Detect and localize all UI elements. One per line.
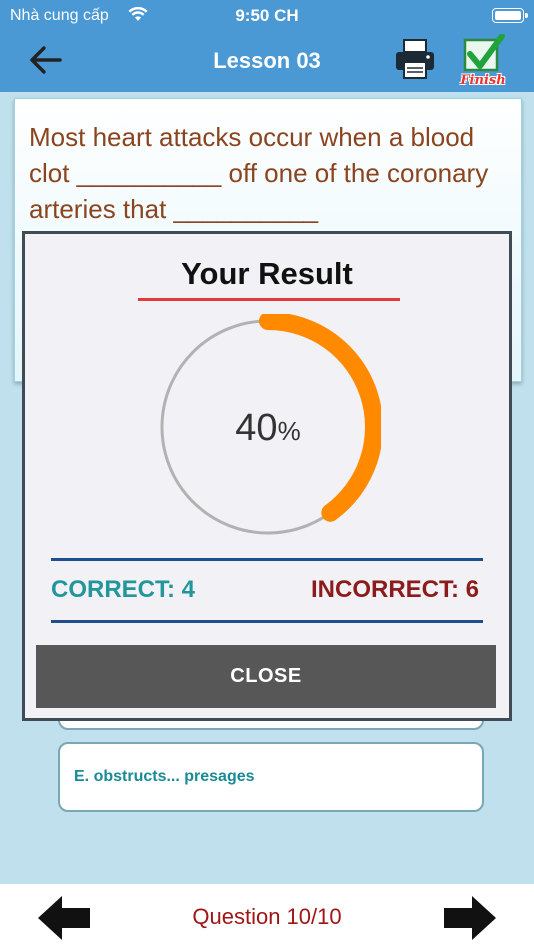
result-percent-value: 40 xyxy=(235,407,278,449)
incorrect-count: INCORRECT: 6 xyxy=(310,576,479,603)
page-title: Lesson 03 xyxy=(213,48,321,73)
result-title: Your Result xyxy=(181,256,353,291)
arrow-right-icon xyxy=(444,896,496,940)
status-time: 9:50 CH xyxy=(235,6,299,25)
battery-icon xyxy=(492,8,528,23)
correct-count: CORRECT: 4 xyxy=(51,576,196,603)
close-button[interactable]: CLOSE xyxy=(36,645,496,708)
title-underline xyxy=(138,298,400,301)
finish-button[interactable]: Finish xyxy=(456,33,510,88)
status-bar: Nhà cung cấp 9:50 CH xyxy=(0,0,534,32)
answer-option-e[interactable]: E. obstructs... presages xyxy=(58,742,484,812)
divider xyxy=(51,620,483,623)
result-modal: Your Result 40% CORRECT: 4 INCORRECT: 6 … xyxy=(22,231,512,721)
top-bar: Nhà cung cấp 9:50 CH Lesson 03 Finish xyxy=(0,0,534,92)
divider xyxy=(51,558,483,561)
bottom-bar: Question 10/10 xyxy=(0,884,534,950)
answer-text: E. obstructs... presages xyxy=(74,768,255,785)
next-question-button[interactable] xyxy=(440,892,500,944)
question-text: Most heart attacks occur when a blood cl… xyxy=(29,122,489,224)
finish-label: Finish xyxy=(460,73,506,88)
printer-icon xyxy=(396,39,434,79)
result-percent-sign: % xyxy=(277,416,301,446)
result-percent: 40% xyxy=(155,407,381,450)
checkbox-check-icon xyxy=(463,33,505,72)
print-button[interactable] xyxy=(394,38,436,82)
